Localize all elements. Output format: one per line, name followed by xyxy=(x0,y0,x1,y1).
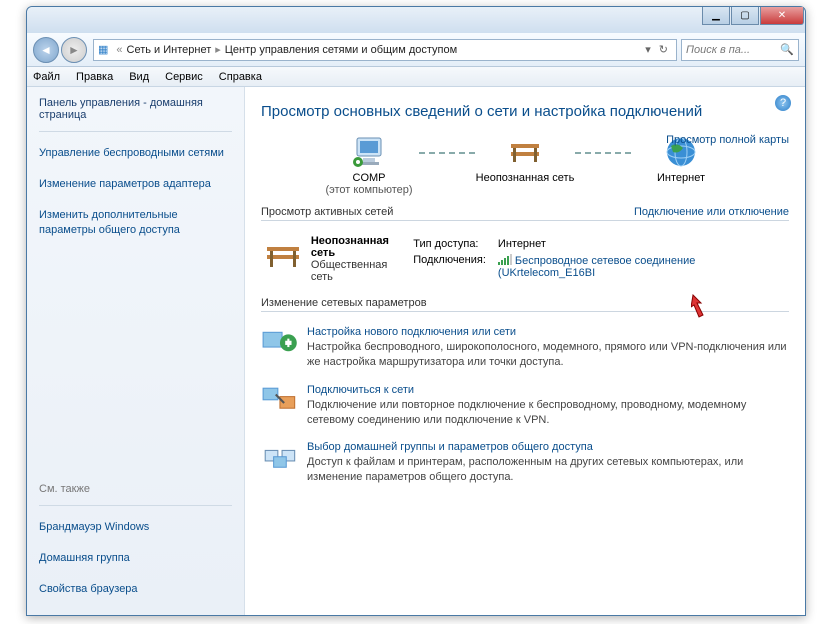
breadcrumb-root-sep: « xyxy=(116,44,122,56)
node-sublabel: (этот компьютер) xyxy=(325,184,412,196)
bench-icon xyxy=(505,134,545,170)
network-type: Общественная сеть xyxy=(311,259,411,283)
network-map: Просмотр полной карты COMP (этот компьют… xyxy=(261,134,789,196)
search-placeholder: Поиск в па... xyxy=(686,44,750,56)
back-button[interactable]: ◄ xyxy=(33,37,59,63)
option-title: Выбор домашней группы и параметров общег… xyxy=(307,441,789,453)
menu-edit[interactable]: Правка xyxy=(76,71,113,83)
new-connection-icon xyxy=(261,326,301,358)
explorer-window: ▁ ▢ ✕ ◄ ► ▦ « Сеть и Интернет ▸ Центр уп… xyxy=(26,6,806,616)
address-bar[interactable]: ▦ « Сеть и Интернет ▸ Центр управления с… xyxy=(93,39,677,61)
minimize-button[interactable]: ▁ xyxy=(702,7,730,25)
connect-disconnect-link[interactable]: Подключение или отключение xyxy=(634,206,789,218)
sidebar-item-browser[interactable]: Свойства браузера xyxy=(39,582,232,597)
signal-icon xyxy=(498,254,512,265)
node-label: Интернет xyxy=(657,172,705,184)
connection-name: Беспроводное сетевое соединение (UKrtele… xyxy=(498,255,695,279)
option-connect-network[interactable]: Подключиться к сети Подключение или повт… xyxy=(261,384,789,428)
sidebar-item-homegroup[interactable]: Домашняя группа xyxy=(39,551,232,566)
menu-tools[interactable]: Сервис xyxy=(165,71,203,83)
breadcrumb-sep: ▸ xyxy=(215,43,221,56)
sidebar-item-sharing[interactable]: Изменить дополнительные параметры общего… xyxy=(39,208,232,238)
sidebar-see-also: См. также xyxy=(39,483,232,495)
option-description: Доступ к файлам и принтерам, расположенн… xyxy=(307,455,789,485)
bench-icon xyxy=(261,235,305,275)
network-properties: Тип доступа: Интернет Подключения: Беспр… xyxy=(411,235,789,283)
sidebar-home-link[interactable]: Панель управления - домашняя страница xyxy=(39,97,232,121)
option-homegroup[interactable]: Выбор домашней группы и параметров общег… xyxy=(261,441,789,485)
control-panel-icon: ▦ xyxy=(98,43,108,56)
computer-icon xyxy=(349,134,389,170)
active-networks-label: Просмотр активных сетей xyxy=(261,206,393,218)
homegroup-icon xyxy=(261,441,301,473)
option-title: Настройка нового подключения или сети xyxy=(307,326,789,338)
refresh-icon[interactable]: ↻ xyxy=(659,43,668,56)
full-map-link[interactable]: Просмотр полной карты xyxy=(666,134,789,146)
network-name[interactable]: Неопознанная сеть xyxy=(311,235,411,259)
sidebar-item-adapter[interactable]: Изменение параметров адаптера xyxy=(39,177,232,192)
page-title: Просмотр основных сведений о сети и наст… xyxy=(261,103,789,120)
address-dropdown-icon[interactable]: ▾ xyxy=(645,43,651,56)
option-title: Подключиться к сети xyxy=(307,384,789,396)
connections-label: Подключения: xyxy=(413,253,496,281)
node-label: Неопознанная сеть xyxy=(476,172,575,184)
option-new-connection[interactable]: Настройка нового подключения или сети На… xyxy=(261,326,789,370)
sidebar: Панель управления - домашняя страница Уп… xyxy=(27,87,245,615)
connection-link[interactable]: Беспроводное сетевое соединение (UKrtele… xyxy=(498,253,787,281)
forward-button[interactable]: ► xyxy=(61,37,87,63)
change-settings-header: Изменение сетевых параметров xyxy=(261,297,789,309)
menu-file[interactable]: Файл xyxy=(33,71,60,83)
access-type-value: Интернет xyxy=(498,237,787,251)
main-content: ? Просмотр основных сведений о сети и на… xyxy=(245,87,805,615)
menu-view[interactable]: Вид xyxy=(129,71,149,83)
sidebar-item-firewall[interactable]: Брандмауэр Windows xyxy=(39,520,232,535)
node-label: COMP xyxy=(353,172,386,184)
help-icon[interactable]: ? xyxy=(775,95,791,111)
network-info: Неопознанная сеть Общественная сеть xyxy=(311,235,411,283)
node-this-computer[interactable]: COMP (этот компьютер) xyxy=(309,134,429,196)
search-input[interactable]: Поиск в па... 🔍 xyxy=(681,39,799,61)
option-description: Настройка беспроводного, широкополосного… xyxy=(307,340,789,370)
active-network-item: Неопознанная сеть Общественная сеть Тип … xyxy=(261,235,789,283)
window-controls: ▁ ▢ ✕ xyxy=(702,7,805,25)
connect-network-icon xyxy=(261,384,301,416)
menubar: Файл Правка Вид Сервис Справка xyxy=(27,67,805,87)
node-unidentified[interactable]: Неопознанная сеть xyxy=(465,134,585,184)
window-body: Панель управления - домашняя страница Уп… xyxy=(27,87,805,615)
breadcrumb-item[interactable]: Центр управления сетями и общим доступом xyxy=(225,44,457,56)
breadcrumb-item[interactable]: Сеть и Интернет xyxy=(127,44,212,56)
close-button[interactable]: ✕ xyxy=(760,7,804,25)
address-bar-end: ▾ ↻ xyxy=(641,43,672,56)
sidebar-item-wireless[interactable]: Управление беспроводными сетями xyxy=(39,146,232,161)
navbar: ◄ ► ▦ « Сеть и Интернет ▸ Центр управлен… xyxy=(27,33,805,67)
menu-help[interactable]: Справка xyxy=(219,71,262,83)
titlebar: ▁ ▢ ✕ xyxy=(27,7,805,33)
maximize-button[interactable]: ▢ xyxy=(731,7,759,25)
search-icon: 🔍 xyxy=(780,43,794,56)
option-description: Подключение или повторное подключение к … xyxy=(307,398,789,428)
access-type-label: Тип доступа: xyxy=(413,237,496,251)
active-networks-header: Просмотр активных сетей Подключение или … xyxy=(261,206,789,218)
